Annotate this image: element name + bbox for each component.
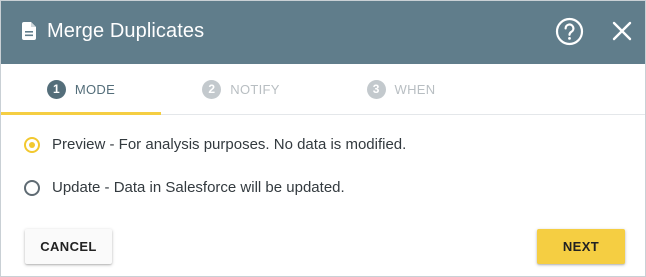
preview-option[interactable]: Preview - For analysis purposes. No data…: [24, 136, 406, 153]
step-number: 1: [46, 79, 66, 99]
step-number: 3: [366, 79, 386, 99]
dialog-header: Merge Duplicates: [1, 1, 645, 64]
tab-label: MODE: [74, 81, 116, 97]
tab-label: WHEN: [394, 81, 436, 97]
stepper-tabs: 1 MODE 2 NOTIFY 3 WHEN: [1, 64, 645, 115]
dialog-title: Merge Duplicates: [47, 20, 205, 42]
active-tab-indicator: [1, 112, 161, 115]
tab-mode[interactable]: 1 MODE: [1, 64, 161, 114]
tab-when[interactable]: 3 WHEN: [321, 64, 481, 114]
next-button[interactable]: NEXT: [537, 229, 625, 264]
close-icon[interactable]: [610, 19, 634, 43]
tab-label: NOTIFY: [230, 81, 280, 97]
update-option[interactable]: Update - Data in Salesforce will be upda…: [24, 179, 345, 196]
preview-radio[interactable]: [24, 136, 40, 153]
step-number: 2: [202, 79, 222, 99]
merge-duplicates-dialog: Merge Duplicates 1 MODE 2 NOTIFY 3 WHEN …: [0, 0, 646, 277]
preview-option-label: Preview - For analysis purposes. No data…: [52, 136, 407, 153]
tab-notify[interactable]: 2 NOTIFY: [161, 64, 321, 114]
update-radio[interactable]: [24, 179, 40, 196]
document-icon: [22, 22, 36, 40]
update-option-label: Update - Data in Salesforce will be upda…: [52, 179, 345, 196]
cancel-button[interactable]: CANCEL: [25, 229, 112, 264]
help-circle-icon[interactable]: [555, 17, 584, 46]
